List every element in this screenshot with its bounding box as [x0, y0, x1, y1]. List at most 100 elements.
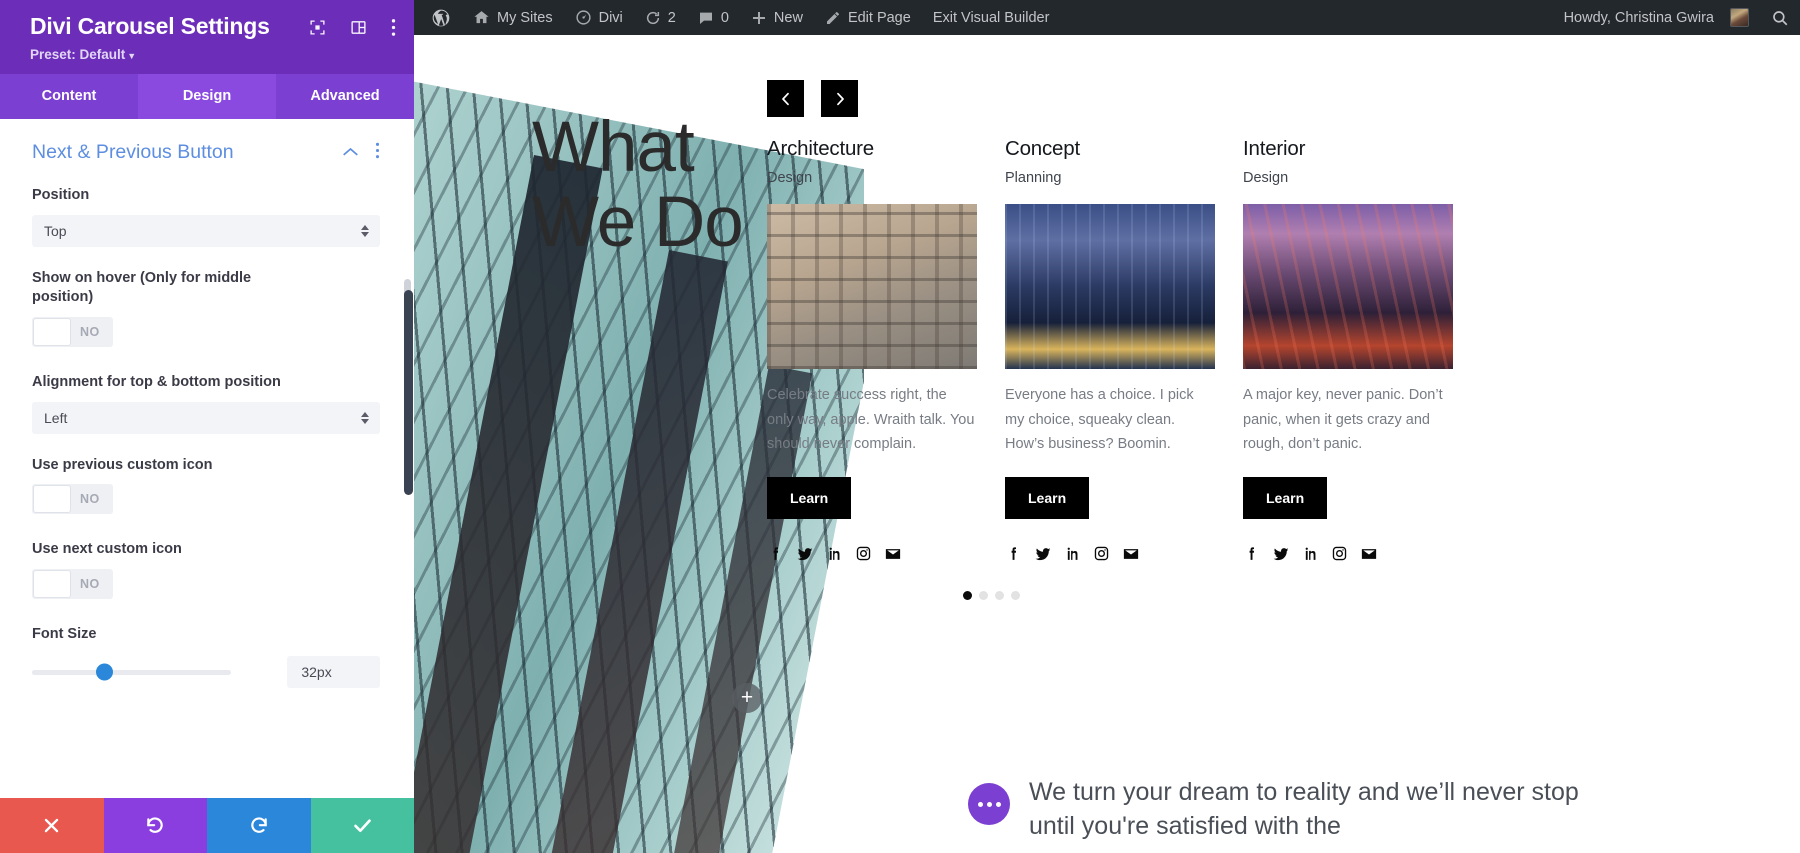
carousel-dot[interactable] [962, 590, 972, 600]
layout-icon[interactable] [350, 19, 367, 36]
page-heading-line-2: We Do [532, 183, 744, 263]
chevron-left-icon [781, 92, 789, 105]
card-social-links [1005, 545, 1215, 563]
linkedin-icon[interactable] [1064, 545, 1081, 562]
card-image [1243, 204, 1453, 369]
promo-text: We turn your dream to reality and we’ll … [1029, 778, 1579, 840]
toggle-knob [33, 485, 71, 514]
field-label-use-next-custom-icon: Use next custom icon [32, 541, 182, 558]
linkedin-icon[interactable] [1302, 545, 1319, 562]
facebook-icon[interactable] [1243, 545, 1260, 562]
card-learn-button[interactable]: Learn [767, 476, 852, 519]
show-on-hover-toggle[interactable]: NO [32, 316, 113, 347]
wordpress-logo-icon [431, 8, 451, 28]
facebook-icon[interactable] [767, 545, 784, 562]
instagram-icon[interactable] [855, 545, 872, 562]
field-position: Position Top [32, 186, 380, 247]
carousel-prev-button[interactable] [767, 80, 804, 117]
alignment-select-value: Left [44, 409, 68, 426]
add-module-button[interactable]: + [732, 683, 762, 713]
carousel-cards: Architecture Design Celebrate success ri… [767, 137, 1780, 563]
use-previous-custom-icon-toggle[interactable]: NO [32, 484, 113, 515]
adminbar-item-search[interactable] [1760, 0, 1800, 35]
more-vertical-icon[interactable] [391, 18, 396, 37]
tab-content[interactable]: Content [0, 74, 138, 120]
section-title: Next & Previous Button [32, 141, 234, 164]
carousel-next-button[interactable] [821, 80, 858, 117]
chevron-updown-icon [361, 411, 369, 424]
redo-button[interactable] [207, 798, 311, 853]
field-use-next-custom-icon: Use next custom icon NO [32, 540, 380, 603]
wp-admin-bar: My Sites Divi 2 0 New Edit Page Exit Vis… [414, 0, 1800, 35]
section-header-next-previous-button[interactable]: Next & Previous Button [32, 141, 380, 164]
field-alignment: Alignment for top & bottom position Left [32, 373, 380, 434]
twitter-icon[interactable] [1272, 545, 1290, 563]
carousel-card[interactable]: Interior Design A major key, never panic… [1243, 137, 1453, 563]
focus-icon[interactable] [309, 19, 326, 36]
more-vertical-icon[interactable] [375, 142, 380, 164]
adminbar-label-comments: 0 [720, 9, 729, 26]
instagram-icon[interactable] [1331, 545, 1348, 562]
cancel-button[interactable] [0, 798, 104, 853]
card-learn-button[interactable]: Learn [1243, 476, 1328, 519]
adminbar-item-edit-page[interactable]: Edit Page [814, 0, 922, 35]
card-text: A major key, never panic. Don’t panic, w… [1243, 387, 1443, 453]
font-size-input[interactable]: 32px [287, 656, 380, 689]
carousel-nav [767, 80, 1780, 117]
email-icon[interactable] [1122, 545, 1140, 563]
email-icon[interactable] [1360, 545, 1378, 563]
instagram-icon[interactable] [1093, 545, 1110, 562]
field-show-on-hover: Show on hover (Only for middle position)… [32, 269, 380, 351]
font-size-slider[interactable] [32, 663, 232, 681]
toggle-knob [33, 569, 71, 598]
use-next-custom-icon-toggle[interactable]: NO [32, 568, 113, 599]
page-heading-line-1: What [532, 108, 695, 187]
twitter-icon[interactable] [1034, 545, 1052, 563]
adminbar-item-exit-visual-builder[interactable]: Exit Visual Builder [922, 0, 1061, 35]
email-icon[interactable] [884, 545, 902, 563]
card-text: Celebrate success right, the only way, a… [767, 387, 975, 453]
field-label-font-size: Font Size [32, 625, 97, 642]
save-button[interactable] [310, 798, 414, 853]
adminbar-label-edit-page: Edit Page [847, 9, 911, 26]
adminbar-item-wordpress-logo[interactable] [414, 0, 462, 35]
card-title: Concept [1005, 137, 1080, 160]
adminbar-item-howdy[interactable]: Howdy, Christina Gwira [1553, 0, 1760, 35]
font-size-slider-row: 32px [32, 656, 380, 689]
dot-3 [995, 801, 1001, 807]
adminbar-item-my-sites[interactable]: My Sites [462, 0, 564, 35]
tab-design[interactable]: Design [138, 74, 276, 120]
card-title: Interior [1243, 137, 1306, 160]
field-label-use-previous-custom-icon: Use previous custom icon [32, 456, 213, 473]
twitter-icon[interactable] [796, 545, 814, 563]
card-image [767, 204, 977, 369]
chevron-up-icon[interactable] [342, 144, 359, 162]
chevron-down-icon: ▼ [127, 51, 137, 62]
slider-thumb[interactable] [96, 663, 113, 681]
adminbar-label-exit-visual-builder: Exit Visual Builder [932, 9, 1050, 26]
linkedin-icon[interactable] [826, 545, 843, 562]
chevron-right-icon [836, 92, 844, 105]
undo-icon [147, 816, 163, 833]
adminbar-item-new[interactable]: New [740, 0, 814, 35]
facebook-icon[interactable] [1005, 545, 1022, 562]
undo-button[interactable] [103, 798, 207, 853]
card-learn-button[interactable]: Learn [1005, 476, 1090, 519]
adminbar-item-comments[interactable]: 0 [687, 0, 740, 35]
card-image [1005, 204, 1215, 369]
carousel-dot[interactable] [994, 590, 1004, 600]
field-label-alignment: Alignment for top & bottom position [32, 373, 281, 390]
page-scrollbar[interactable] [404, 290, 413, 495]
tab-advanced[interactable]: Advanced [276, 74, 414, 120]
carousel-card[interactable]: Architecture Design Celebrate success ri… [767, 137, 977, 563]
adminbar-label-new: New [773, 9, 803, 26]
adminbar-item-updates[interactable]: 2 [634, 0, 687, 35]
carousel-dot[interactable] [978, 590, 988, 600]
carousel-card[interactable]: Concept Planning Everyone has a choice. … [1005, 137, 1215, 563]
adminbar-item-divi[interactable]: Divi [564, 0, 634, 35]
ellipsis-badge-icon [968, 783, 1010, 825]
carousel-dot[interactable] [1010, 590, 1020, 600]
position-select[interactable]: Top [32, 214, 380, 247]
preset-selector[interactable]: Preset: Default ▼ [30, 47, 394, 62]
alignment-select[interactable]: Left [32, 401, 380, 434]
